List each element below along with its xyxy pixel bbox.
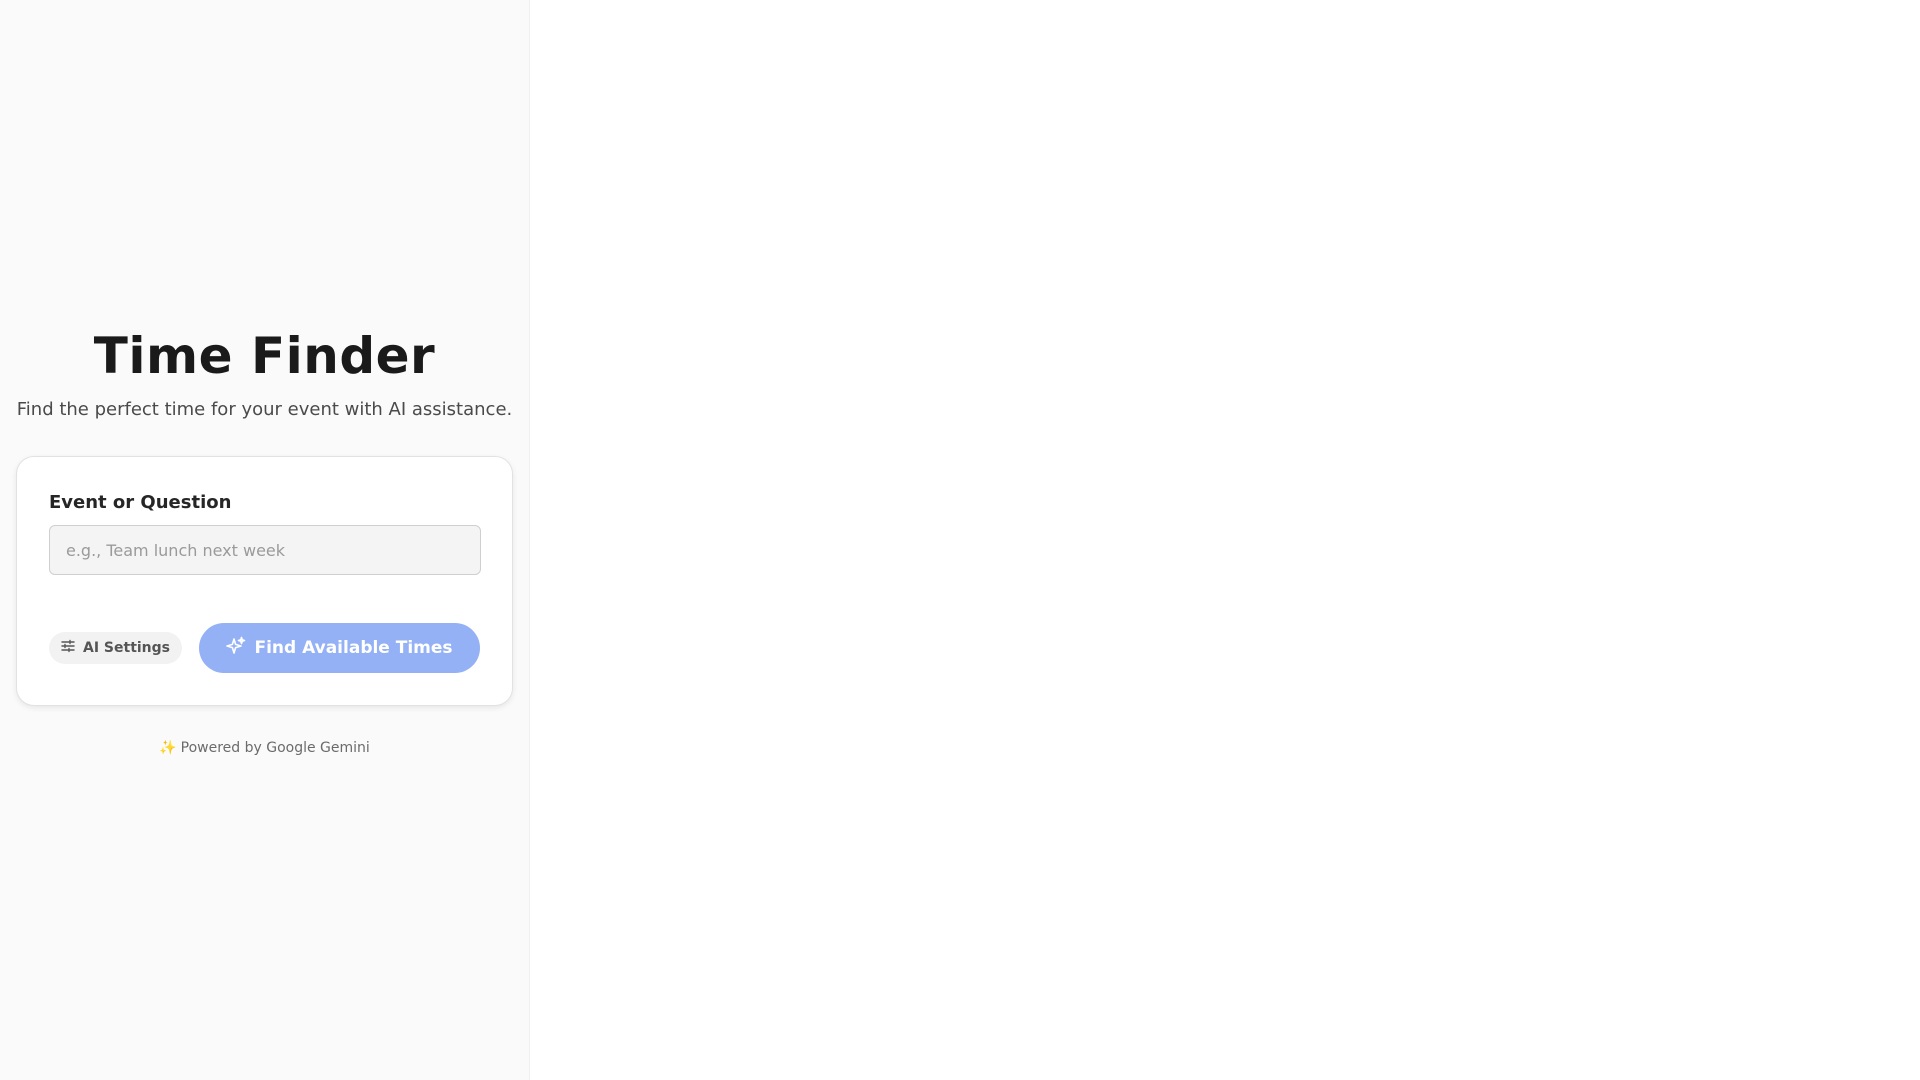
sidebar-panel: Time Finder Find the perfect time for yo… xyxy=(0,0,530,1080)
app: Time Finder Find the perfect time for yo… xyxy=(0,0,1920,1080)
powered-by-text: Powered by Google Gemini xyxy=(180,740,370,756)
event-form-card: Event or Question AI Setting xyxy=(16,456,513,706)
find-available-times-label: Find Available Times xyxy=(254,638,453,658)
page-subtitle: Find the perfect time for your event wit… xyxy=(16,399,513,420)
ai-settings-label: AI Settings xyxy=(83,640,171,656)
sparkle-icon: ✨ xyxy=(159,740,177,756)
find-available-times-button[interactable]: Find Available Times xyxy=(199,623,480,673)
ai-settings-button[interactable]: AI Settings xyxy=(49,632,183,664)
page-title: Time Finder xyxy=(93,327,436,385)
form-actions: AI Settings Find Available Times xyxy=(49,623,480,673)
event-field-label: Event or Question xyxy=(49,492,232,513)
main-content-area xyxy=(530,0,1920,1080)
powered-by-note: ✨ Powered by Google Gemini xyxy=(159,740,370,756)
sliders-icon xyxy=(61,639,75,657)
event-input[interactable] xyxy=(49,525,481,575)
sparkles-icon xyxy=(226,636,246,661)
